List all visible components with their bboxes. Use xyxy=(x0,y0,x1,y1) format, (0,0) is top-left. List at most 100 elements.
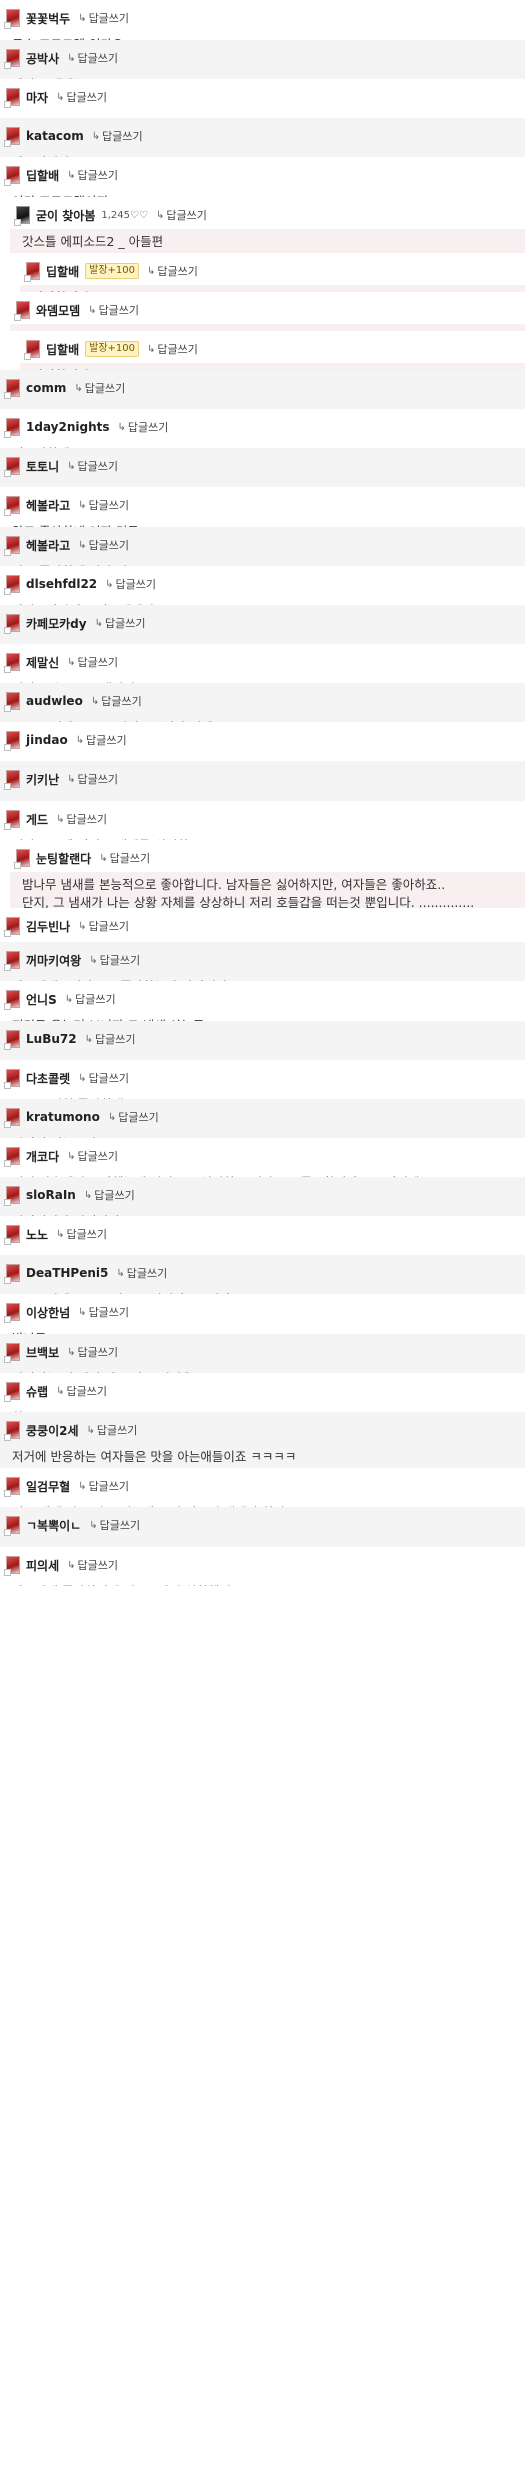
nickname[interactable]: 슈랩 xyxy=(26,1383,48,1400)
reply-button[interactable]: ↳ 답글쓰기 xyxy=(67,1344,118,1360)
reply-button[interactable]: ↳ 답글쓰기 xyxy=(56,1383,107,1399)
nickname[interactable]: 꽃꽃벅두 xyxy=(26,10,70,27)
nickname[interactable]: 와뎀모뎀 xyxy=(36,302,80,319)
nickname[interactable]: katacom xyxy=(26,129,84,143)
nickname[interactable]: ㄱ복뽁이ㄴ xyxy=(26,1517,81,1534)
reply-button[interactable]: ↳ 답글쓰기 xyxy=(116,1265,167,1281)
nickname[interactable]: 딥할배 xyxy=(46,341,79,358)
avatar[interactable] xyxy=(14,301,30,321)
avatar[interactable] xyxy=(4,1303,20,1323)
nickname[interactable]: dlsehfdl22 xyxy=(26,577,97,591)
avatar[interactable] xyxy=(4,49,20,69)
reply-button[interactable]: ↳ 답글쓰기 xyxy=(118,419,169,435)
nickname[interactable]: 키키난 xyxy=(26,771,59,788)
nickname[interactable]: 굳이 찾아봄 xyxy=(36,207,95,224)
reply-button[interactable]: ↳ 답글쓰기 xyxy=(87,1422,138,1438)
nickname[interactable]: 헤볼라고 xyxy=(26,497,70,514)
reply-button[interactable]: ↳ 답글쓰기 xyxy=(78,10,129,26)
reply-button[interactable]: ↳ 답글쓰기 xyxy=(76,732,127,748)
avatar[interactable] xyxy=(4,1030,20,1050)
avatar[interactable] xyxy=(4,653,20,673)
avatar[interactable] xyxy=(4,1264,20,1284)
reply-button[interactable]: ↳ 답글쓰기 xyxy=(156,207,207,223)
reply-button[interactable]: ↳ 답글쓰기 xyxy=(91,693,142,709)
reply-button[interactable]: ↳ 답글쓰기 xyxy=(105,576,156,592)
reply-button[interactable]: ↳ 답글쓰기 xyxy=(74,380,125,396)
nickname[interactable]: comm xyxy=(26,381,66,395)
avatar[interactable] xyxy=(4,770,20,790)
nickname[interactable]: 딥할배 xyxy=(46,263,79,280)
nickname[interactable]: 언니S xyxy=(26,991,57,1008)
reply-button[interactable]: ↳ 답글쓰기 xyxy=(78,497,129,513)
reply-button[interactable]: ↳ 답글쓰기 xyxy=(67,771,118,787)
reply-button[interactable]: ↳ 답글쓰기 xyxy=(88,302,139,318)
nickname[interactable]: 제말신 xyxy=(26,654,59,671)
avatar[interactable] xyxy=(4,951,20,971)
avatar[interactable] xyxy=(4,1421,20,1441)
avatar[interactable] xyxy=(4,536,20,556)
avatar[interactable] xyxy=(4,731,20,751)
reply-button[interactable]: ↳ 답글쓰기 xyxy=(89,1517,140,1533)
avatar[interactable] xyxy=(4,1516,20,1536)
nickname[interactable]: audwleo xyxy=(26,694,83,708)
avatar[interactable] xyxy=(14,849,30,869)
avatar[interactable] xyxy=(4,575,20,595)
avatar[interactable] xyxy=(24,340,40,360)
avatar[interactable] xyxy=(4,990,20,1010)
avatar[interactable] xyxy=(4,457,20,477)
nickname[interactable]: kratumono xyxy=(26,1110,100,1124)
nickname[interactable]: 마자 xyxy=(26,89,48,106)
avatar[interactable] xyxy=(4,1108,20,1128)
nickname[interactable]: 노노 xyxy=(26,1226,48,1243)
nickname[interactable]: jindao xyxy=(26,733,68,747)
nickname[interactable]: 눈팅할랜다 xyxy=(36,850,91,867)
avatar[interactable] xyxy=(4,1225,20,1245)
avatar[interactable] xyxy=(4,810,20,830)
avatar[interactable] xyxy=(4,1477,20,1497)
reply-button[interactable]: ↳ 답글쓰기 xyxy=(85,1031,136,1047)
nickname[interactable]: LuBu72 xyxy=(26,1032,77,1046)
avatar[interactable] xyxy=(4,1556,20,1576)
reply-button[interactable]: ↳ 답글쓰기 xyxy=(56,89,107,105)
reply-button[interactable]: ↳ 답글쓰기 xyxy=(147,263,198,279)
nickname[interactable]: 쿵쿵이2세 xyxy=(26,1422,79,1439)
nickname[interactable]: 일검무혈 xyxy=(26,1478,70,1495)
reply-button[interactable]: ↳ 답글쓰기 xyxy=(67,1557,118,1573)
nickname[interactable]: 김두빈나 xyxy=(26,918,70,935)
reply-button[interactable]: ↳ 답글쓰기 xyxy=(67,458,118,474)
nickname[interactable]: 공박사 xyxy=(26,50,59,67)
avatar[interactable] xyxy=(4,88,20,108)
avatar[interactable] xyxy=(4,127,20,147)
avatar[interactable] xyxy=(4,614,20,634)
avatar[interactable] xyxy=(4,1343,20,1363)
nickname[interactable]: sloRaIn xyxy=(26,1188,76,1202)
reply-button[interactable]: ↳ 답글쓰기 xyxy=(78,537,129,553)
reply-button[interactable]: ↳ 답글쓰기 xyxy=(78,1478,129,1494)
avatar[interactable] xyxy=(4,692,20,712)
reply-button[interactable]: ↳ 답글쓰기 xyxy=(95,615,146,631)
nickname[interactable]: 딥할배 xyxy=(26,167,59,184)
nickname[interactable]: 다초콜렛 xyxy=(26,1070,70,1087)
reply-button[interactable]: ↳ 답글쓰기 xyxy=(99,850,150,866)
reply-button[interactable]: ↳ 답글쓰기 xyxy=(89,952,140,968)
nickname[interactable]: 토토니 xyxy=(26,458,59,475)
nickname[interactable]: 브백보 xyxy=(26,1344,59,1361)
reply-button[interactable]: ↳ 답글쓰기 xyxy=(92,128,143,144)
avatar[interactable] xyxy=(4,1382,20,1402)
avatar[interactable] xyxy=(4,418,20,438)
avatar[interactable] xyxy=(4,496,20,516)
avatar[interactable] xyxy=(14,206,30,226)
reply-button[interactable]: ↳ 답글쓰기 xyxy=(78,1304,129,1320)
reply-button[interactable]: ↳ 답글쓰기 xyxy=(67,1148,118,1164)
reply-button[interactable]: ↳ 답글쓰기 xyxy=(65,991,116,1007)
avatar[interactable] xyxy=(4,379,20,399)
nickname[interactable]: 피의세 xyxy=(26,1557,59,1574)
nickname[interactable]: 꺼마키여왕 xyxy=(26,952,81,969)
reply-button[interactable]: ↳ 답글쓰기 xyxy=(78,918,129,934)
reply-button[interactable]: ↳ 답글쓰기 xyxy=(84,1187,135,1203)
reply-button[interactable]: ↳ 답글쓰기 xyxy=(67,50,118,66)
nickname[interactable]: 헤볼라고 xyxy=(26,537,70,554)
avatar[interactable] xyxy=(4,1069,20,1089)
nickname[interactable]: 개코다 xyxy=(26,1148,59,1165)
reply-button[interactable]: ↳ 답글쓰기 xyxy=(67,167,118,183)
